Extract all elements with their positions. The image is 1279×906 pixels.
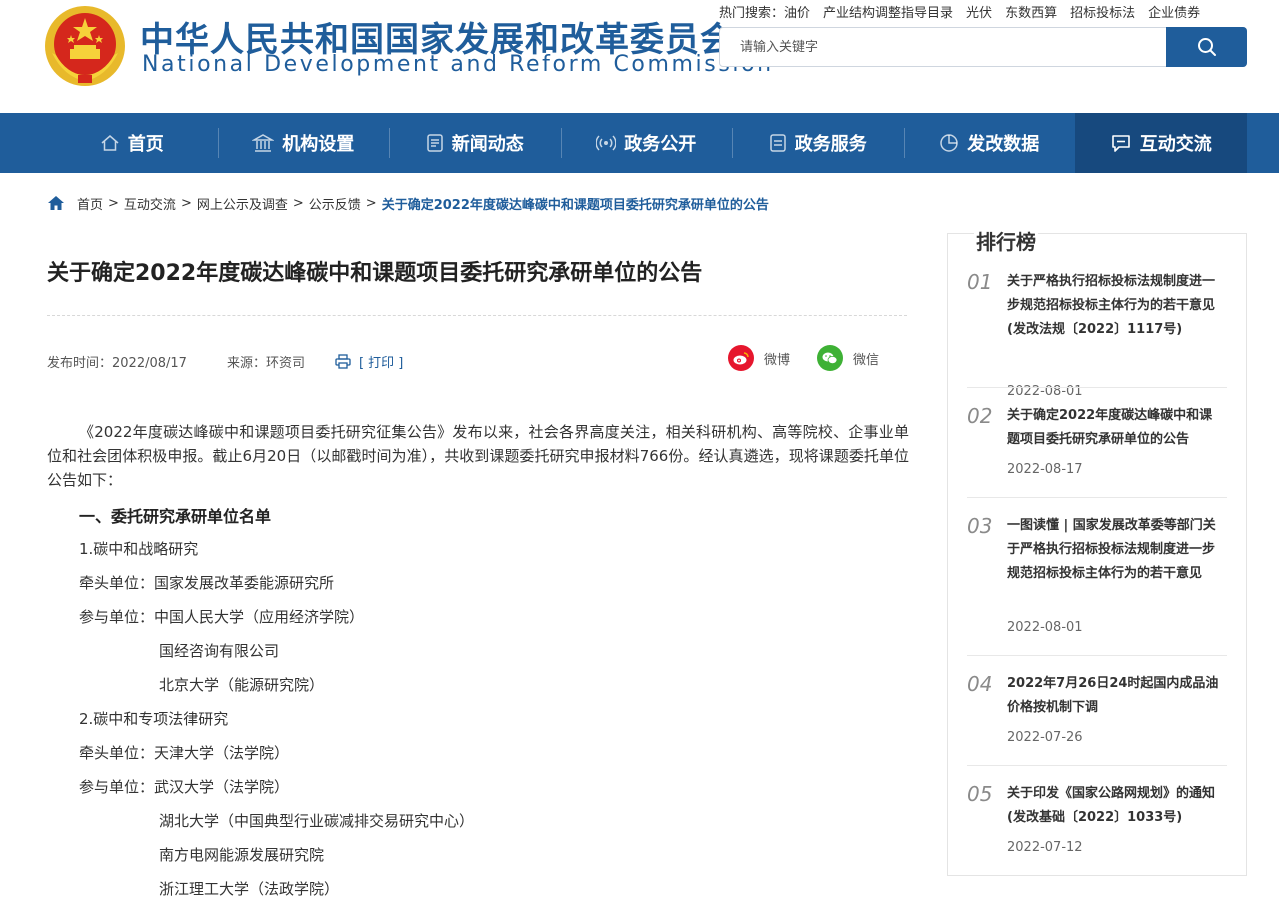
- search-icon: [1197, 38, 1216, 56]
- nav-label: 首页: [127, 134, 164, 155]
- article-line: 牵头单位：国家发展改革委能源研究所: [79, 574, 335, 592]
- nav-label: 互动交流: [1139, 134, 1212, 155]
- hot-search: 热门搜索： 油价 产业结构调整指导目录 光伏 东数西算 招标投标法 企业债券: [719, 2, 1213, 21]
- nav-item-gov-open[interactable]: 政务公开: [560, 113, 733, 173]
- share-weibo[interactable]: 微博: [728, 345, 790, 371]
- rank-link[interactable]: 关于严格执行招标投标法规制度进一步规范招标投标主体行为的若干意见(发改法规〔20…: [1007, 270, 1225, 342]
- hot-search-item[interactable]: 产业结构调整指导目录: [823, 2, 953, 21]
- nav-label: 机构设置: [282, 134, 355, 155]
- search-input[interactable]: [720, 28, 1167, 66]
- share-wechat[interactable]: 微信: [817, 345, 879, 371]
- nav-label: 政务公开: [624, 134, 697, 155]
- article-line: 国经咨询有限公司: [159, 642, 280, 660]
- home-icon: [101, 135, 119, 151]
- rank-date: 2022-07-12: [1007, 840, 1083, 855]
- pie-chart-icon: [940, 134, 958, 152]
- nav-label: 发改数据: [967, 134, 1040, 155]
- rank-number: 02: [967, 404, 993, 428]
- nav-label: 政务服务: [794, 134, 867, 155]
- section-heading: 一、委托研究承研单位名单: [79, 507, 272, 526]
- wechat-label: 微信: [853, 352, 880, 368]
- main-nav: 首页 机构设置 新闻动态 政务公开 政务服务 发改数据 互动交流: [0, 113, 1279, 173]
- search-box: [719, 27, 1247, 67]
- ranking-title: 排行榜: [974, 226, 1038, 255]
- nav-item-institution[interactable]: 机构设置: [217, 113, 390, 173]
- nav-item-home[interactable]: 首页: [46, 113, 218, 173]
- divider: [967, 387, 1227, 388]
- nav-item-news[interactable]: 新闻动态: [389, 113, 561, 173]
- article-line: 参与单位：武汉大学（法学院）: [79, 778, 290, 796]
- article-source: 来源：环资司: [226, 356, 305, 371]
- print-label: [ 打印 ]: [358, 356, 404, 371]
- rank-date: 2022-07-26: [1007, 730, 1083, 745]
- article-line: 北京大学（能源研究院）: [159, 676, 325, 694]
- divider: [967, 765, 1227, 766]
- article-line: 南方电网能源发展研究院: [159, 846, 325, 864]
- ranking-panel: 排行榜 01 关于严格执行招标投标法规制度进一步规范招标投标主体行为的若干意见(…: [947, 226, 1247, 876]
- title-divider: [47, 315, 907, 316]
- breadcrumb-home[interactable]: 首页: [77, 194, 103, 213]
- rank-link[interactable]: 一图读懂 | 国家发展改革委等部门关于严格执行招标投标法规制度进一步规范招标投标…: [1007, 514, 1225, 586]
- print-button[interactable]: [ 打印 ]: [335, 352, 403, 371]
- article-line: 1.碳中和战略研究: [79, 540, 199, 558]
- nav-item-gov-service[interactable]: 政务服务: [732, 113, 904, 173]
- breadcrumb-current[interactable]: 关于确定2022年度碳达峰碳中和课题项目委托研究承研单位的公告: [382, 194, 769, 213]
- hot-search-item[interactable]: 东数西算: [1005, 2, 1057, 21]
- rank-date: 2022-08-01: [1007, 620, 1083, 635]
- nav-item-interaction[interactable]: 互动交流: [1075, 113, 1247, 173]
- broadcast-icon: [596, 135, 617, 151]
- site-header: 中华人民共和国国家发展和改革委员会 National Development a…: [0, 0, 1279, 113]
- printer-icon: [335, 354, 351, 369]
- article-meta: 发布时间：2022/08/17 来源：环资司 [ 打印 ]: [47, 352, 403, 371]
- news-icon: [427, 134, 443, 152]
- service-icon: [770, 134, 786, 152]
- breadcrumb-interaction[interactable]: 互动交流: [124, 194, 176, 213]
- rank-number: 03: [967, 514, 993, 538]
- rank-number: 01: [967, 270, 993, 294]
- article-intro: 《2022年度碳达峰碳中和课题项目委托研究征集公告》发布以来，社会各界高度关注，…: [47, 423, 909, 489]
- hot-search-item[interactable]: 招标投标法: [1070, 2, 1135, 21]
- rank-number: 04: [967, 672, 993, 696]
- chat-icon: [1111, 135, 1130, 152]
- breadcrumb-public-survey[interactable]: 网上公示及调查: [197, 194, 288, 213]
- institution-icon: [252, 134, 275, 152]
- rank-link[interactable]: 关于印发《国家公路网规划》的通知(发改基础〔2022〕1033号): [1007, 782, 1225, 830]
- home-icon[interactable]: [47, 195, 65, 211]
- weibo-icon: [728, 345, 754, 371]
- search-button[interactable]: [1166, 27, 1247, 67]
- hot-search-item[interactable]: 企业债券: [1148, 2, 1200, 21]
- article-body: 《2022年度碳达峰碳中和课题项目委托研究征集公告》发布以来，社会各界高度关注，…: [47, 420, 909, 492]
- rank-link[interactable]: 关于确定2022年度碳达峰碳中和课题项目委托研究承研单位的公告: [1007, 404, 1225, 452]
- site-title-en[interactable]: National Development and Reform Commissi…: [142, 52, 774, 77]
- hot-search-item[interactable]: 油价: [784, 2, 810, 21]
- hot-search-item[interactable]: 光伏: [966, 2, 992, 21]
- article-line: 浙江理工大学（法政学院）: [159, 880, 340, 898]
- article-line: 牵头单位：天津大学（法学院）: [79, 744, 290, 762]
- nav-label: 新闻动态: [451, 134, 524, 155]
- weibo-label: 微博: [764, 352, 791, 368]
- divider: [967, 655, 1227, 656]
- publish-time: 发布时间：2022/08/17: [47, 356, 187, 371]
- wechat-icon: [817, 345, 843, 371]
- breadcrumb: 首页 > 互动交流 > 网上公示及调查 > 公示反馈 > 关于确定2022年度碳达峰碳中…: [47, 192, 769, 214]
- article-title: 关于确定2022年度碳达峰碳中和课题项目委托研究承研单位的公告: [47, 261, 703, 286]
- national-emblem-icon[interactable]: [44, 5, 126, 87]
- rank-number: 05: [967, 782, 993, 806]
- breadcrumb-feedback[interactable]: 公示反馈: [309, 194, 361, 213]
- rank-date: 2022-08-17: [1007, 462, 1083, 477]
- article-line: 2.碳中和专项法律研究: [79, 710, 229, 728]
- rank-link[interactable]: 2022年7月26日24时起国内成品油价格按机制下调: [1007, 672, 1225, 720]
- divider: [967, 497, 1227, 498]
- hot-search-label: 热门搜索：: [719, 6, 785, 21]
- nav-item-data[interactable]: 发改数据: [903, 113, 1076, 173]
- article-line: 湖北大学（中国典型行业碳减排交易研究中心）: [159, 812, 475, 830]
- article-line: 参与单位：中国人民大学（应用经济学院）: [79, 608, 365, 626]
